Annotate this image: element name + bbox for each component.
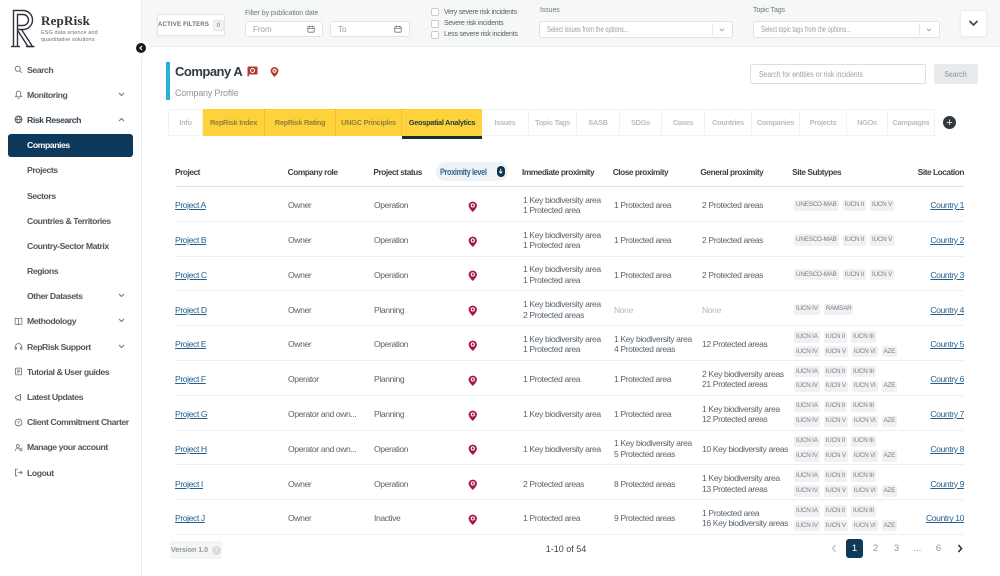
svg-text:?: ? [17, 420, 20, 426]
